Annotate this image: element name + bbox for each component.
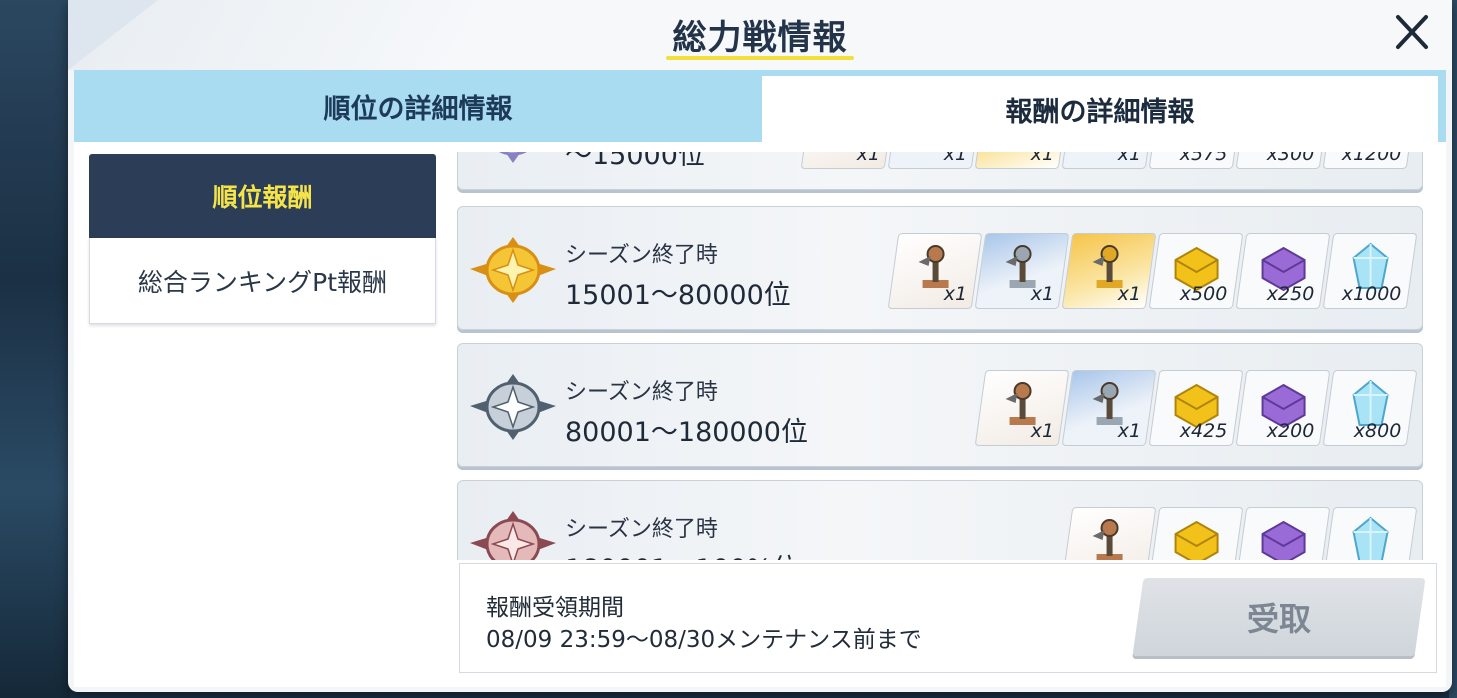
sidebar-item-total-ranking-pt-reward[interactable]: 総合ランキングPt報酬 [89,238,436,324]
item-quantity: x1 [1117,283,1141,305]
reward-item[interactable]: x1 [1061,233,1157,309]
item-quantity: x1 [1030,152,1054,165]
gold-rank-emblem-icon [468,233,558,307]
reward-item[interactable]: x1 [887,233,983,309]
rank-range-label: 80001〜180000位 [565,417,808,448]
reward-item[interactable]: x1 [974,370,1070,446]
item-quantity: x250 [1267,283,1315,305]
tab-reward-details[interactable]: 報酬の詳細情報 [762,76,1438,142]
reward-timing-label: シーズン終了時 [565,243,718,268]
reward-item[interactable]: x425 [1148,370,1244,446]
item-quantity: x1200 [1342,152,1402,165]
item-quantity: x1000 [1342,283,1402,305]
item-quantity: x1 [1030,283,1054,305]
bronze-artifact-icon [1083,514,1137,560]
item-quantity: x200 [1267,420,1315,442]
reward-item[interactable]: x1 [1061,152,1157,169]
reward-item[interactable]: x1000 [1322,233,1418,309]
reward-item[interactable]: x500 [1148,233,1244,309]
item-quantity: x1 [1117,420,1141,442]
purple-block-icon [1257,514,1311,560]
close-button[interactable] [1390,12,1434,52]
item-quantity: x1 [1117,152,1141,165]
claim-period-label: 報酬受領期間 [486,595,624,621]
reward-item[interactable]: x300 [1235,152,1331,169]
sidebar-item-rank-reward[interactable]: 順位報酬 [89,154,436,238]
reward-item[interactable]: x575 [1148,152,1244,169]
silver-rank-emblem-icon [468,370,558,444]
rank-range-label: 15001〜80000位 [565,280,791,311]
reward-item[interactable]: x200 [1235,370,1331,446]
receive-button-label: 受取 [1246,600,1311,638]
bronze-rank-emblem-icon [468,507,558,560]
background-left [0,0,70,698]
reward-list[interactable]: 〜15000位 x1 x1 x1 x1 x575 x300 x1200 シーズン終了時… [452,152,1428,560]
receive-button[interactable]: 受取 [1132,578,1426,656]
item-quantity: x800 [1354,420,1402,442]
reward-row: シーズン終了時 180001〜100%位 [457,480,1423,560]
item-quantity: x575 [1180,152,1228,165]
reward-item[interactable]: x1 [800,152,896,169]
reward-item[interactable]: x1 [974,152,1070,169]
title-underline [666,56,854,60]
reward-timing-label: シーズン終了時 [565,380,718,405]
item-quantity: x1 [943,283,967,305]
reward-timing-label: シーズン終了時 [565,517,718,542]
reward-row: シーズン終了時 80001〜180000位 x1 x1 x425 x200 x800 [457,343,1423,467]
item-quantity: x1 [856,152,880,165]
dialog-title: 総力戦情報 [672,18,848,58]
item-quantity: x300 [1267,152,1315,165]
reward-row: シーズン終了時 15001〜80000位 x1 x1 x1 x500 x250 x100… [457,206,1423,330]
item-quantity: x1 [1030,420,1054,442]
reward-item[interactable]: x1 [974,233,1070,309]
partial-top-rank-emblem-icon [468,152,558,167]
claim-period-value: 08/09 23:59〜08/30メンテナンス前まで [486,627,922,653]
item-quantity: x500 [1180,283,1228,305]
reward-item[interactable]: x800 [1322,370,1418,446]
reward-item[interactable] [1235,507,1331,560]
reward-items [1061,507,1418,560]
close-icon [1396,15,1428,49]
reward-items: x1 x1 x1 x500 x250 x1000 [887,233,1418,309]
gold-block-icon [1170,514,1224,560]
reward-item[interactable] [1061,507,1157,560]
rank-range-label: 180001〜100%位 [565,547,799,560]
tab-rank-details[interactable]: 順位の詳細情報 [74,70,762,142]
reward-footer: 報酬受領期間 08/09 23:59〜08/30メンテナンス前まで 受取 [459,563,1437,673]
reward-item[interactable]: x250 [1235,233,1331,309]
item-quantity: x425 [1180,420,1228,442]
ranking-info-dialog: 総力戦情報 順位の詳細情報 報酬の詳細情報 順位報酬 総合ランキングPt報酬 〜… [68,0,1452,692]
reward-item[interactable]: x1 [887,152,983,169]
reward-item[interactable] [1322,507,1418,560]
reward-item[interactable] [1148,507,1244,560]
rank-range-label: 〜15000位 [565,152,705,171]
reward-items: x1 x1 x425 x200 x800 [974,370,1418,446]
item-quantity: x1 [943,152,967,165]
blue-gem-icon [1344,514,1398,560]
reward-items: x1 x1 x1 x1 x575 x300 x1200 [800,152,1418,169]
reward-item[interactable]: x1200 [1322,152,1418,169]
reward-item[interactable]: x1 [1061,370,1157,446]
dialog-header: 総力戦情報 [68,0,1452,70]
tab-bar: 順位の詳細情報 報酬の詳細情報 [74,70,1446,142]
content-panel: 順位報酬 総合ランキングPt報酬 〜15000位 x1 x1 x1 x1 x575… [74,142,1446,687]
reward-row: 〜15000位 x1 x1 x1 x1 x575 x300 x1200 [457,152,1423,190]
